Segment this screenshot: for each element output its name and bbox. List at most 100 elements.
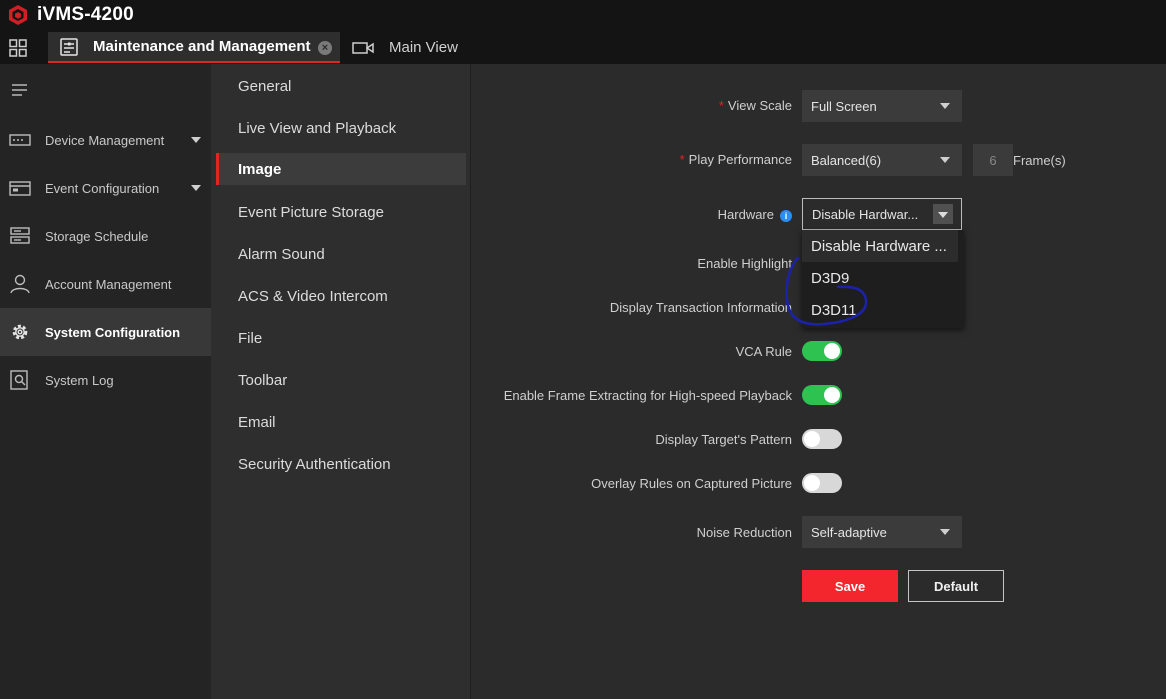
frame-extracting-label: Enable Frame Extracting for High-speed P… [503,388,792,403]
play-performance-text: Play Performance [688,152,792,167]
play-performance-select[interactable]: Balanced(6) [802,144,962,176]
nav-item-account-management[interactable]: Account Management [0,260,211,308]
required-mark: * [718,98,724,113]
vca-rule-label: VCA Rule [735,344,792,359]
dropdown-option[interactable]: Disable Hardware ... [802,230,958,262]
storage-icon [10,227,30,244]
option-text: D3D9 [811,269,850,287]
chevron-down-icon [940,103,950,109]
play-performance-label: * Play Performance [680,152,792,167]
sub-item-email[interactable]: Email [216,406,466,438]
nav-item-system-configuration[interactable]: System Configuration [0,308,211,356]
sub-item-acs-video-intercom[interactable]: ACS & Video Intercom [216,280,466,312]
sub-label: Live View and Playback [238,119,397,137]
view-scale-label: * View Scale [719,98,792,113]
camera-icon [352,41,374,54]
toggle-knob [824,343,840,359]
gear-icon [12,324,28,340]
hardware-value: Disable Hardwar... [812,206,919,222]
sub-label: Alarm Sound [238,245,325,263]
overlay-rules-label: Overlay Rules on Captured Picture [591,476,792,491]
toggle-knob [804,431,820,447]
sub-item-toolbar[interactable]: Toolbar [216,364,466,396]
sub-label: File [238,329,263,347]
sub-item-alarm-sound[interactable]: Alarm Sound [216,238,466,270]
hamburger-menu-icon[interactable] [12,84,27,96]
left-navigation: Device Management Event Configuration St… [0,64,211,699]
sub-label: General [238,77,292,95]
sub-navigation: General Live View and Playback Image Eve… [211,64,471,699]
dropdown-option[interactable]: D3D9 [802,262,958,294]
app-window: iVMS-4200 Maintenance and Management × M… [0,0,1166,699]
nav-item-event-configuration[interactable]: Event Configuration [0,164,211,212]
account-icon [10,274,30,294]
tab-label: Main View [389,39,458,56]
vca-rule-toggle[interactable] [802,341,842,361]
option-text: D3D11 [811,301,857,319]
sub-label: Event Picture Storage [238,203,384,221]
target-pattern-label: Display Target's Pattern [655,432,792,447]
sub-item-file[interactable]: File [216,322,466,354]
display-transaction-label: Display Transaction Information [609,300,792,315]
sub-item-event-picture-storage[interactable]: Event Picture Storage [216,196,466,228]
hikvision-logo-icon [9,5,27,25]
view-scale-value: Full Screen [811,98,877,114]
sub-item-image[interactable]: Image [216,153,466,185]
app-title: iVMS-4200 [37,4,134,25]
nav-item-storage-schedule[interactable]: Storage Schedule [0,212,211,260]
close-tab-icon[interactable]: × [318,41,332,55]
required-mark: * [679,152,685,167]
option-text: Disable Hardware ... [811,237,947,255]
chevron-down-icon [191,137,201,143]
chevron-down-icon [191,185,201,191]
nav-label: Device Management [45,132,165,148]
nav-item-system-log[interactable]: System Log [0,356,211,404]
tab-label: Maintenance and Management [93,38,311,55]
save-button[interactable]: Save [802,570,898,602]
chevron-down-icon [940,529,950,535]
nav-label: Storage Schedule [45,228,149,244]
view-scale-select[interactable]: Full Screen [802,90,962,122]
sub-item-live-view-playback[interactable]: Live View and Playback [216,112,466,144]
sub-label: Email [238,413,276,431]
noise-reduction-value: Self-adaptive [811,524,887,540]
nav-label: System Log [45,372,114,388]
log-icon [10,370,28,390]
dropdown-option[interactable]: D3D11 [802,294,958,326]
hardware-select[interactable]: Disable Hardwar... [802,198,962,230]
frames-input[interactable]: 6 [973,144,1013,176]
chevron-down-icon[interactable] [933,204,953,224]
tab-main-view[interactable]: Main View [352,32,492,63]
overlay-rules-toggle[interactable] [802,473,842,493]
maintenance-icon [60,37,78,56]
toggle-knob [824,387,840,403]
target-pattern-toggle[interactable] [802,429,842,449]
title-bar: iVMS-4200 [0,0,1166,30]
nav-item-device-management[interactable]: Device Management [0,116,211,164]
device-icon [9,134,31,146]
toggle-knob [804,475,820,491]
noise-reduction-label: Noise Reduction [696,525,792,540]
sub-label: ACS & Video Intercom [238,287,388,305]
grid-menu-icon[interactable] [9,39,27,57]
view-scale-text: View Scale [727,98,792,113]
frame-extracting-toggle[interactable] [802,385,842,405]
enable-highlight-label: Enable Highlight [697,256,792,271]
default-button[interactable]: Default [908,570,1004,602]
sub-label: Image [238,160,282,178]
noise-reduction-select[interactable]: Self-adaptive [802,516,962,548]
event-icon [9,181,31,196]
sub-item-general[interactable]: General [216,70,466,102]
tab-bar: Maintenance and Management × Main View [0,30,1166,64]
sub-label: Security Authentication [238,455,391,473]
sub-item-security-authentication[interactable]: Security Authentication [216,448,466,480]
nav-label: System Configuration [45,324,181,340]
frames-unit: Frame(s) [1013,153,1066,168]
info-icon[interactable]: i [780,210,792,222]
tab-maintenance[interactable]: Maintenance and Management × [48,32,340,63]
image-settings-panel: * View Scale Full Screen * Play Performanc… [472,64,1166,699]
hardware-text: Hardware [717,207,774,222]
hardware-label: Hardware i [718,207,792,222]
play-performance-value: Balanced(6) [811,152,882,168]
chevron-down-icon [940,157,950,163]
